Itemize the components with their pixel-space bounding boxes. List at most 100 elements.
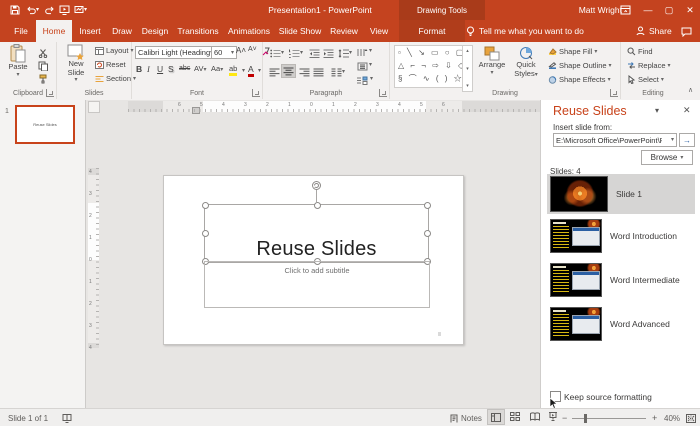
bold-button[interactable]: B	[136, 64, 142, 74]
resize-handle-w[interactable]	[202, 230, 209, 237]
align-center-button[interactable]	[281, 64, 296, 78]
zoom-slider-thumb[interactable]	[584, 414, 587, 423]
align-text-icon[interactable]	[355, 59, 369, 73]
tab-home[interactable]: Home	[36, 20, 72, 42]
font-size-combobox[interactable]: 60▾	[211, 46, 237, 59]
proofing-icon[interactable]	[62, 409, 72, 426]
shape-outline-button[interactable]: Shape Outline▾	[548, 61, 612, 70]
tab-draw[interactable]: Draw	[108, 20, 136, 42]
font-color-button[interactable]: A	[248, 64, 254, 77]
change-case-button[interactable]: Aa▾	[211, 64, 223, 73]
ribbon-display-options-icon[interactable]	[618, 3, 632, 17]
character-spacing-button[interactable]: AV▾	[194, 64, 206, 73]
tab-review[interactable]: Review	[326, 20, 362, 42]
justify-button[interactable]	[311, 65, 325, 79]
convert-smartart-icon[interactable]	[355, 73, 369, 87]
insert-path-combobox[interactable]: E:\Microsoft Office\PowerPoint\Pow▾	[553, 133, 677, 147]
section-button[interactable]: Section▾	[95, 74, 136, 83]
numbering-icon[interactable]	[287, 46, 301, 60]
bullets-chevron-icon[interactable]: ▾	[281, 50, 284, 56]
layout-button[interactable]: Layout▾	[95, 46, 134, 55]
numbering-chevron-icon[interactable]: ▾	[300, 50, 303, 56]
share-button[interactable]: Share	[636, 20, 672, 42]
shape-fill-button[interactable]: Shape Fill▾	[548, 47, 597, 56]
reading-view-button[interactable]	[527, 409, 543, 423]
title-placeholder[interactable]: Reuse Slides	[204, 204, 429, 263]
columns-chevron-icon[interactable]: ▾	[342, 69, 345, 75]
columns-icon[interactable]	[329, 65, 343, 79]
tab-insert[interactable]: Insert	[74, 20, 106, 42]
paste-button[interactable]: Paste▾	[4, 44, 32, 78]
font-dialog-launcher-icon[interactable]	[252, 89, 260, 97]
font-color-chevron-icon[interactable]: ▾	[258, 68, 261, 74]
fit-slide-to-window-icon[interactable]	[686, 409, 696, 426]
text-direction-icon[interactable]	[355, 45, 369, 59]
tab-format[interactable]: Format	[402, 20, 462, 42]
pane-slide-item-1[interactable]: Slide 1	[547, 174, 695, 214]
line-spacing-icon[interactable]	[336, 46, 350, 60]
pane-menu-chevron-icon[interactable]: ▾	[655, 106, 659, 115]
tell-me-box[interactable]: Tell me what you want to do	[466, 20, 584, 42]
slide-1-thumbnail[interactable]: Reuse Slides	[15, 105, 75, 144]
increase-indent-icon[interactable]	[321, 46, 335, 60]
undo-chevron-icon[interactable]: ▾	[36, 7, 39, 13]
resize-handle-n[interactable]	[314, 202, 321, 209]
minimize-button[interactable]: —	[638, 0, 658, 20]
maximize-button[interactable]: ▢	[659, 0, 679, 20]
highlight-color-button[interactable]: ab	[229, 64, 237, 76]
paragraph-dialog-launcher-icon[interactable]	[379, 89, 387, 97]
increase-font-size-icon[interactable]: A˄	[236, 46, 246, 55]
reset-button[interactable]: Reset	[95, 60, 126, 69]
font-name-combobox[interactable]: Calibri Light (Heading▾	[135, 46, 213, 59]
slide-show-view-button[interactable]	[545, 409, 561, 423]
subtitle-placeholder-text[interactable]: Click to add subtitle	[205, 266, 429, 275]
strikethrough-button[interactable]: abc	[179, 65, 190, 72]
notes-button[interactable]: Notes	[450, 409, 482, 426]
comments-icon[interactable]	[679, 25, 693, 39]
qat-more-chevron-icon[interactable]: ▾	[84, 7, 87, 13]
zoom-in-button[interactable]: +	[652, 409, 657, 426]
tab-file[interactable]: File	[8, 20, 34, 42]
replace-button[interactable]: Replace▾	[627, 61, 671, 70]
slide-canvas[interactable]: Reuse Slides Click to add sub	[163, 175, 464, 345]
collapse-ribbon-icon[interactable]: ∧	[688, 86, 693, 94]
zoom-level[interactable]: 40%	[664, 409, 680, 426]
arrange-button[interactable]: Arrange▾	[476, 46, 508, 76]
align-right-button[interactable]	[297, 65, 311, 79]
line-spacing-chevron-icon[interactable]: ▾	[349, 50, 352, 56]
smartart-chevron-icon[interactable]: ▾	[370, 76, 373, 82]
pane-close-icon[interactable]: ✕	[683, 105, 691, 116]
copy-icon[interactable]	[36, 59, 50, 73]
decrease-font-size-icon[interactable]: A˅	[248, 46, 257, 53]
align-left-button[interactable]	[267, 65, 281, 79]
cut-icon[interactable]	[36, 46, 50, 60]
tab-design[interactable]: Design	[138, 20, 172, 42]
close-button[interactable]: ✕	[680, 0, 700, 20]
tab-view[interactable]: View	[364, 20, 394, 42]
indent-marker[interactable]	[192, 107, 200, 114]
resize-handle-e[interactable]	[424, 230, 431, 237]
redo-icon[interactable]	[42, 3, 56, 17]
select-button[interactable]: Select▾	[627, 75, 664, 84]
zoom-slider-track[interactable]	[572, 418, 646, 419]
text-shadow-button[interactable]: S	[168, 64, 174, 74]
shapes-scroll-up-icon[interactable]: ▴	[466, 48, 469, 54]
shapes-scroll-down-icon[interactable]: ▾	[466, 66, 469, 72]
browse-button[interactable]: Browse▾	[641, 150, 693, 165]
drawing-dialog-launcher-icon[interactable]	[610, 89, 618, 97]
resize-handle-ne[interactable]	[424, 202, 431, 209]
bullets-icon[interactable]	[268, 46, 282, 60]
normal-view-button[interactable]	[487, 409, 505, 425]
underline-button[interactable]: U	[157, 64, 163, 74]
format-painter-icon[interactable]	[36, 72, 50, 86]
italic-button[interactable]: I	[147, 64, 150, 74]
tab-transitions[interactable]: Transitions	[174, 20, 222, 42]
text-direction-chevron-icon[interactable]: ▾	[369, 48, 372, 54]
shapes-gallery-scrollbar[interactable]: ▴ ▾ ▾	[462, 45, 473, 92]
shape-effects-button[interactable]: Shape Effects▾	[548, 75, 611, 84]
save-icon[interactable]	[8, 3, 22, 17]
slide-counter[interactable]: Slide 1 of 1	[8, 409, 48, 426]
slide-sorter-view-button[interactable]	[507, 409, 523, 423]
pane-slide-item-3[interactable]: Word Intermediate	[547, 262, 695, 298]
subtitle-placeholder[interactable]: Click to add subtitle	[204, 261, 430, 308]
